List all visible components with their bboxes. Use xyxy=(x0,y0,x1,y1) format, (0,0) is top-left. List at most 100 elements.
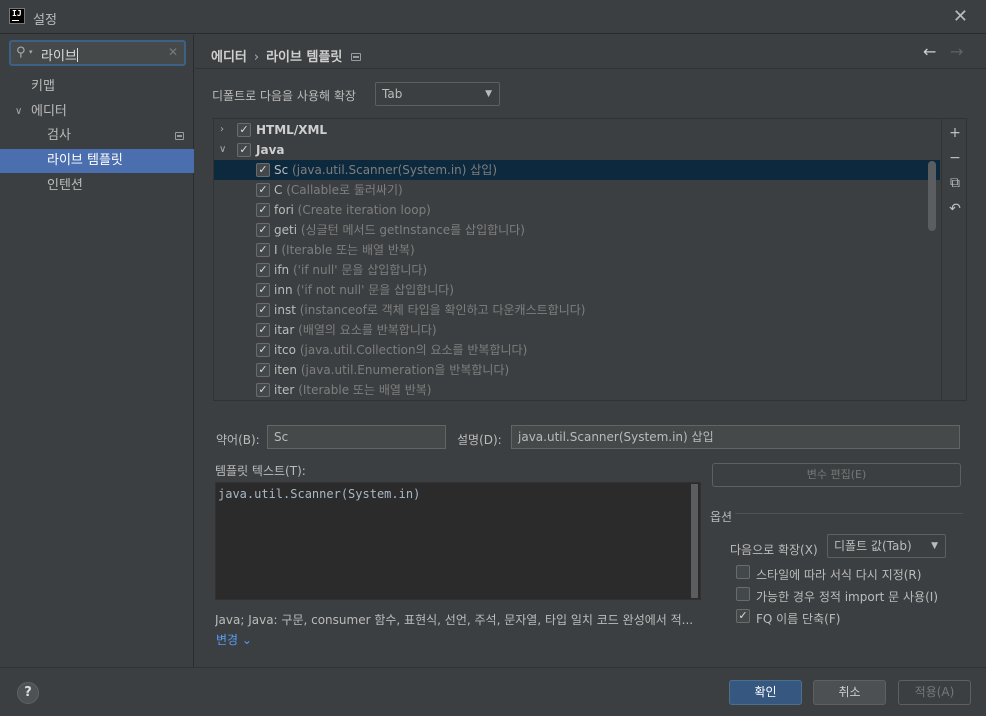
chevron-right-icon[interactable]: › xyxy=(220,120,224,140)
restore-icon[interactable]: ↶ xyxy=(947,201,963,217)
sidebar-item-editor[interactable]: ∨ 에디터 xyxy=(0,100,194,124)
sidebar-item-label: 인텐션 xyxy=(47,178,83,193)
chevron-down-icon[interactable]: ∨ xyxy=(219,140,226,160)
change-context-link[interactable]: 변경 ⌄ xyxy=(216,631,252,648)
sidebar-item-live-templates[interactable]: 라이브 템플릿 xyxy=(0,149,194,173)
breadcrumb-parent[interactable]: 에디터 xyxy=(211,50,247,65)
template-desc: (Create iteration loop) xyxy=(297,203,431,217)
template-row[interactable]: ✓ iten (java.util.Enumeration을 반복합니다) xyxy=(214,360,940,380)
template-row[interactable]: ✓ itco (java.util.Collection의 요소를 반복합니다) xyxy=(214,340,940,360)
tree-scrollbar[interactable] xyxy=(928,161,936,231)
template-checkbox[interactable]: ✓ xyxy=(256,163,270,177)
remove-icon[interactable]: − xyxy=(947,150,963,166)
template-row[interactable]: ✓ Sc (java.util.Scanner(System.in) 삽입) xyxy=(214,160,940,180)
apply-button[interactable]: 적용(A) xyxy=(898,680,971,705)
template-desc: (java.util.Collection의 요소를 반복합니다) xyxy=(299,343,528,357)
tree-group-java[interactable]: ∨ ✓ Java xyxy=(214,140,940,160)
sidebar-item-keymap[interactable]: 키맵 xyxy=(0,75,194,99)
template-checkbox[interactable]: ✓ xyxy=(256,243,270,257)
template-tree: › ✓ HTML/XML ∨ ✓ Java ✓ Sc (java.util.Sc… xyxy=(213,118,967,401)
sidebar-item-label: 에디터 xyxy=(31,104,67,119)
edit-variables-button[interactable]: 변수 편집(E) xyxy=(712,463,961,487)
template-row[interactable]: ✓ ifn ('if null' 문을 삽입합니다) xyxy=(214,260,940,280)
template-desc: (Iterable 또는 배열 반복) xyxy=(298,383,432,397)
template-abbr: Sc xyxy=(274,163,289,177)
template-row[interactable]: ✓ C (Callable로 둘러싸기) xyxy=(214,180,940,200)
template-checkbox[interactable]: ✓ xyxy=(256,303,270,317)
template-desc: (Callable로 둘러싸기) xyxy=(286,183,403,197)
abbreviation-field[interactable]: Sc xyxy=(267,425,446,449)
default-expand-label: 디폴트로 다음을 사용해 확장 xyxy=(212,89,356,103)
template-abbr: inst xyxy=(274,303,296,317)
add-icon[interactable]: + xyxy=(947,125,963,141)
project-scope-icon xyxy=(351,53,362,61)
settings-content: 에디터 › 라이브 템플릿 ← → 디폴트로 다음을 사용해 확장 Tab ▼ › … xyxy=(195,35,986,667)
settings-sidebar: ⚲ ▾ 라이브 ✕ 키맵 ∨ 에디터 검사 라이브 템플릿 인텐션 xyxy=(0,35,194,667)
tree-group-html-xml[interactable]: › ✓ HTML/XML xyxy=(214,120,940,140)
template-desc: (java.util.Scanner(System.in) 삽입) xyxy=(292,163,498,177)
template-row[interactable]: ✓ inst (instanceof로 객체 타입을 확인하고 다운캐스트합니다… xyxy=(214,300,940,320)
static-import-label: 가능한 경우 정적 import 문 사용(I) xyxy=(756,590,938,604)
template-checkbox[interactable]: ✓ xyxy=(256,363,270,377)
template-row[interactable]: ✓ itar (배열의 요소를 반복합니다) xyxy=(214,320,940,340)
abbreviation-label: 약어(B): xyxy=(216,433,260,447)
breadcrumb: 에디터 › 라이브 템플릿 xyxy=(211,46,362,65)
window-title: 설정 xyxy=(33,13,57,28)
expand-with-value: 디폴트 값(Tab) xyxy=(834,539,912,553)
sidebar-item-label: 라이브 템플릿 xyxy=(47,153,123,168)
template-checkbox[interactable]: ✓ xyxy=(256,343,270,357)
template-row[interactable]: ✓ inn ('if not null' 문을 삽입합니다) xyxy=(214,280,940,300)
template-desc: ('if null' 문을 삽입합니다) xyxy=(293,263,428,277)
template-abbr: iten xyxy=(274,363,298,377)
group-checkbox[interactable]: ✓ xyxy=(237,123,251,137)
template-abbr: geti xyxy=(274,223,298,237)
close-icon[interactable]: ✕ xyxy=(953,6,968,27)
breadcrumb-separator: › xyxy=(253,50,260,65)
header-divider xyxy=(195,68,986,69)
template-text-label: 템플릿 텍스트(T): xyxy=(215,464,306,478)
template-checkbox[interactable]: ✓ xyxy=(256,183,270,197)
group-checkbox[interactable]: ✓ xyxy=(237,143,251,157)
template-checkbox[interactable]: ✓ xyxy=(256,383,270,397)
expand-with-select[interactable]: 디폴트 값(Tab) ▼ xyxy=(827,534,946,558)
cancel-button[interactable]: 취소 xyxy=(813,680,886,705)
clear-search-icon[interactable]: ✕ xyxy=(168,45,178,59)
back-arrow-icon[interactable]: ← xyxy=(923,42,936,61)
dropdown-arrow-icon: ▼ xyxy=(485,89,492,99)
template-row[interactable]: ✓ I (Iterable 또는 배열 반복) xyxy=(214,240,940,260)
default-expand-select[interactable]: Tab ▼ xyxy=(375,82,500,106)
copy-icon[interactable]: ⧉ xyxy=(947,175,963,191)
search-icon[interactable]: ⚲ xyxy=(16,45,26,60)
breadcrumb-current: 라이브 템플릿 xyxy=(266,50,343,65)
template-row[interactable]: ✓ iter (Iterable 또는 배열 반복) xyxy=(214,380,940,400)
forward-arrow-icon[interactable]: → xyxy=(950,42,963,61)
description-field[interactable]: java.util.Scanner(System.in) 삽입 xyxy=(511,425,960,449)
shorten-fq-checkbox[interactable]: ✓ xyxy=(736,609,750,623)
template-checkbox[interactable]: ✓ xyxy=(256,283,270,297)
template-desc: (Iterable 또는 배열 반복) xyxy=(281,243,415,257)
sidebar-item-inspections[interactable]: 검사 xyxy=(0,124,194,148)
reformat-label: 스타일에 따라 서식 다시 지정(R) xyxy=(756,568,922,582)
template-checkbox[interactable]: ✓ xyxy=(256,223,270,237)
reformat-checkbox[interactable] xyxy=(736,565,750,579)
template-row[interactable]: ✓ fori (Create iteration loop) xyxy=(214,200,940,220)
template-abbr: inn xyxy=(274,283,293,297)
search-history-dropdown-icon[interactable]: ▾ xyxy=(29,48,33,56)
ok-button[interactable]: 확인 xyxy=(729,680,802,705)
template-abbr: fori xyxy=(274,203,294,217)
template-checkbox[interactable]: ✓ xyxy=(256,323,270,337)
chevron-down-icon[interactable]: ∨ xyxy=(15,100,22,124)
template-row[interactable]: ✓ geti (싱글턴 메서드 getInstance를 삽입합니다) xyxy=(214,220,940,240)
sidebar-item-label: 키맵 xyxy=(31,79,55,94)
context-summary: Java; Java: 구문, consumer 함수, 표현식, 선언, 주석… xyxy=(215,613,694,627)
static-import-checkbox[interactable] xyxy=(736,587,750,601)
template-checkbox[interactable]: ✓ xyxy=(256,203,270,217)
template-desc: ('if not null' 문을 삽입합니다) xyxy=(296,283,454,297)
template-abbr: C xyxy=(274,183,283,197)
editor-scrollbar[interactable] xyxy=(691,484,698,598)
template-checkbox[interactable]: ✓ xyxy=(256,263,270,277)
settings-search-input[interactable]: ⚲ ▾ 라이브 ✕ xyxy=(9,40,186,66)
template-text-editor[interactable]: java.util.Scanner(System.in) xyxy=(215,482,701,600)
sidebar-item-intentions[interactable]: 인텐션 xyxy=(0,174,194,198)
help-icon[interactable]: ? xyxy=(17,682,39,704)
